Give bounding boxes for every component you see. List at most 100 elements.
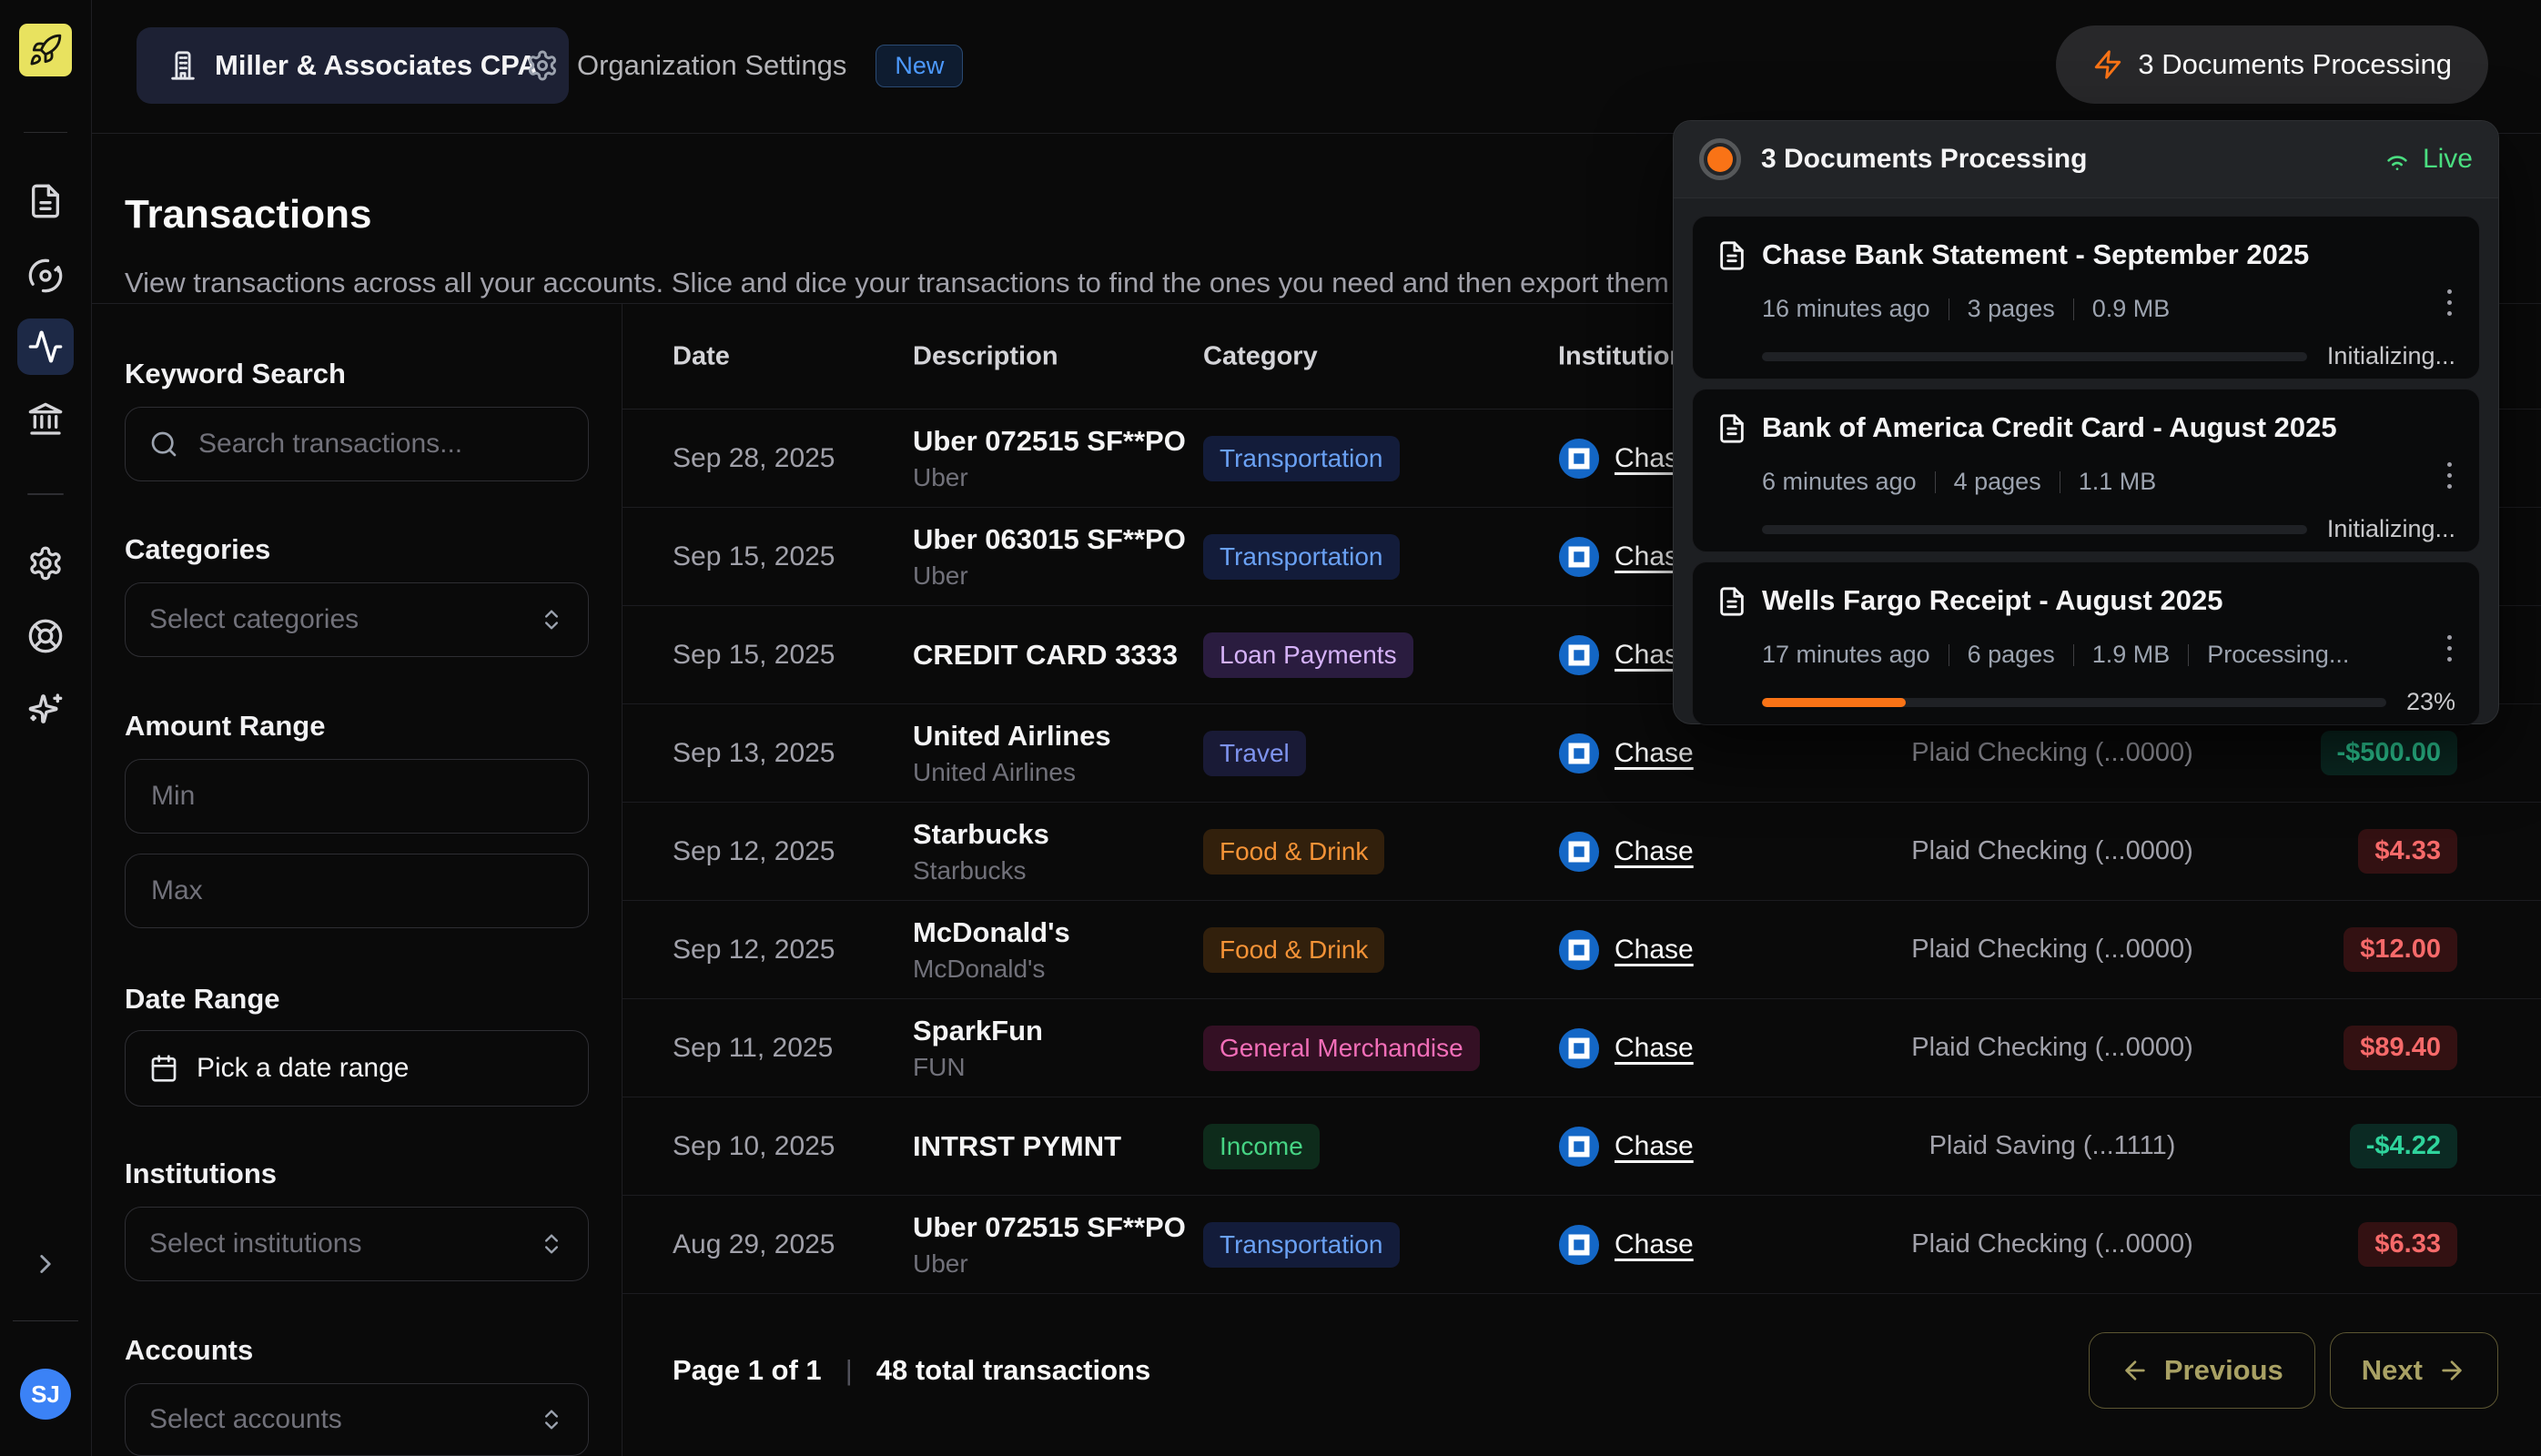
chase-logo-icon: [1558, 438, 1600, 480]
sidebar: SJ: [0, 0, 92, 1456]
date-range-label: Date Range: [125, 983, 280, 1016]
search-input[interactable]: [197, 428, 564, 460]
processing-doc-card[interactable]: Bank of America Credit Card - August 202…: [1692, 389, 2480, 552]
merchant-text: FUN: [913, 1053, 1191, 1082]
doc-title: Chase Bank Statement - September 2025: [1762, 238, 2309, 271]
cell-date: Sep 28, 2025: [673, 410, 835, 507]
cell-amount: $12.00: [2344, 901, 2457, 998]
institutions-placeholder: Select institutions: [149, 1228, 521, 1259]
sidebar-item-institutions[interactable]: [17, 391, 74, 448]
table-row[interactable]: Sep 11, 2025 SparkFun FUN General Mercha…: [622, 999, 2541, 1097]
amount-min-box[interactable]: [125, 759, 589, 834]
institution-link[interactable]: Chase: [1615, 935, 1694, 966]
date-range-button[interactable]: Pick a date range: [125, 1030, 589, 1107]
amount-badge: $4.33: [2358, 829, 2457, 874]
institution-link[interactable]: Chase: [1615, 1131, 1694, 1162]
app-window: SJ Miller & Associates CPA Organization …: [0, 0, 2541, 1456]
categories-select[interactable]: Select categories: [125, 582, 589, 657]
kebab-menu-icon[interactable]: [2442, 457, 2457, 494]
cell-category: General Merchandise: [1203, 999, 1480, 1097]
next-button[interactable]: Next: [2330, 1332, 2498, 1409]
avatar[interactable]: SJ: [20, 1369, 71, 1420]
cell-description: CREDIT CARD 3333: [913, 606, 1191, 703]
page-title: Transactions: [125, 192, 371, 238]
institution-link[interactable]: Chase: [1615, 1229, 1694, 1260]
table-row[interactable]: Sep 12, 2025 McDonald's McDonald's Food …: [622, 901, 2541, 999]
institution-link[interactable]: Chase: [1615, 836, 1694, 867]
cell-account: Plaid Saving (...1111): [1852, 1097, 2252, 1195]
chase-logo-icon: [1558, 536, 1600, 578]
table-row[interactable]: Sep 12, 2025 Starbucks Starbucks Food & …: [622, 803, 2541, 901]
search-box[interactable]: [125, 407, 589, 481]
table-row[interactable]: Sep 10, 2025 INTRST PYMNT Income Chase P…: [622, 1097, 2541, 1196]
sidebar-item-settings[interactable]: [17, 535, 74, 592]
cell-category: Food & Drink: [1203, 803, 1384, 900]
wifi-icon: [2383, 145, 2412, 174]
next-label: Next: [2362, 1354, 2423, 1387]
merchant-text: United Airlines: [913, 758, 1191, 787]
category-badge: Food & Drink: [1203, 829, 1384, 875]
cell-date: Aug 29, 2025: [673, 1196, 835, 1293]
sidebar-item-help[interactable]: [17, 608, 74, 664]
category-badge: Income: [1203, 1124, 1320, 1169]
processing-doc-card[interactable]: Chase Bank Statement - September 2025 16…: [1692, 216, 2480, 379]
doc-meta: 6 minutes ago 4 pages 1.1 MB: [1762, 468, 2156, 496]
header-date: Date: [673, 341, 730, 371]
pagination-info: Page 1 of 1 | 48 total transactions: [673, 1354, 1150, 1387]
description-text: SparkFun: [913, 1015, 1191, 1047]
institution-link[interactable]: Chase: [1615, 738, 1694, 769]
amount-max-input[interactable]: [149, 875, 564, 907]
kebab-menu-icon[interactable]: [2442, 630, 2457, 667]
org-settings-link[interactable]: Organization Settings New: [526, 27, 963, 104]
description-text: McDonald's: [913, 916, 1191, 949]
doc-meta: 17 minutes ago 6 pages 1.9 MB Processing…: [1762, 641, 2349, 669]
sidebar-item-transactions[interactable]: [17, 318, 74, 375]
arrow-right-icon: [2437, 1356, 2466, 1385]
orbit-icon: [27, 258, 64, 294]
gear-icon: [27, 545, 64, 581]
documents-processing-button[interactable]: 3 Documents Processing: [2056, 25, 2488, 104]
org-settings-label: Organization Settings: [577, 49, 846, 82]
description-text: CREDIT CARD 3333: [913, 639, 1191, 672]
category-badge: Transportation: [1203, 1222, 1400, 1268]
sidebar-item-sync[interactable]: [17, 248, 74, 304]
header-category: Category: [1203, 341, 1318, 371]
amount-min-input[interactable]: [149, 780, 564, 813]
table-row[interactable]: Aug 29, 2025 Uber 072515 SF**PO Uber Tra…: [622, 1196, 2541, 1294]
previous-button[interactable]: Previous: [2089, 1332, 2315, 1409]
institutions-select[interactable]: Select institutions: [125, 1207, 589, 1281]
org-switcher-button[interactable]: Miller & Associates CPA: [137, 27, 569, 104]
header-description: Description: [913, 341, 1058, 371]
chase-logo-icon: [1558, 929, 1600, 971]
doc-title: Bank of America Credit Card - August 202…: [1762, 411, 2337, 444]
arrow-left-icon: [2121, 1356, 2150, 1385]
cell-account: Plaid Checking (...0000): [1852, 803, 2252, 900]
sidebar-divider: [27, 493, 64, 495]
amount-max-box[interactable]: [125, 854, 589, 928]
cell-category: Travel: [1203, 704, 1306, 802]
kebab-menu-icon[interactable]: [2442, 284, 2457, 321]
doc-meta: 16 minutes ago 3 pages 0.9 MB: [1762, 295, 2170, 323]
sidebar-item-ai[interactable]: [17, 681, 74, 737]
app-logo[interactable]: [19, 24, 72, 76]
amount-badge: $12.00: [2344, 927, 2457, 972]
processing-spinner-icon: [1699, 138, 1741, 180]
cell-account: Plaid Checking (...0000): [1852, 1196, 2252, 1293]
sidebar-item-documents[interactable]: [17, 173, 74, 229]
processing-doc-card[interactable]: Wells Fargo Receipt - August 2025 17 min…: [1692, 561, 2480, 725]
sidebar-collapse-button[interactable]: [17, 1236, 74, 1292]
institution-link[interactable]: Chase: [1615, 1033, 1694, 1064]
cell-date: Sep 15, 2025: [673, 606, 835, 703]
category-badge: Transportation: [1203, 534, 1400, 580]
merchant-text: McDonald's: [913, 955, 1191, 984]
cell-date: Sep 10, 2025: [673, 1097, 835, 1195]
accounts-select[interactable]: Select accounts: [125, 1383, 589, 1456]
cell-institution: Chase: [1558, 999, 1694, 1097]
amount-badge: $6.33: [2358, 1222, 2457, 1267]
pagination-bar: Page 1 of 1 | 48 total transactions Prev…: [622, 1284, 2541, 1456]
cell-description: Uber 072515 SF**PO Uber: [913, 410, 1191, 507]
calendar-icon: [149, 1054, 178, 1083]
cell-institution: Chase: [1558, 1097, 1694, 1195]
progress-track: [1762, 698, 2386, 707]
sidebar-divider-bottom: [13, 1320, 78, 1321]
